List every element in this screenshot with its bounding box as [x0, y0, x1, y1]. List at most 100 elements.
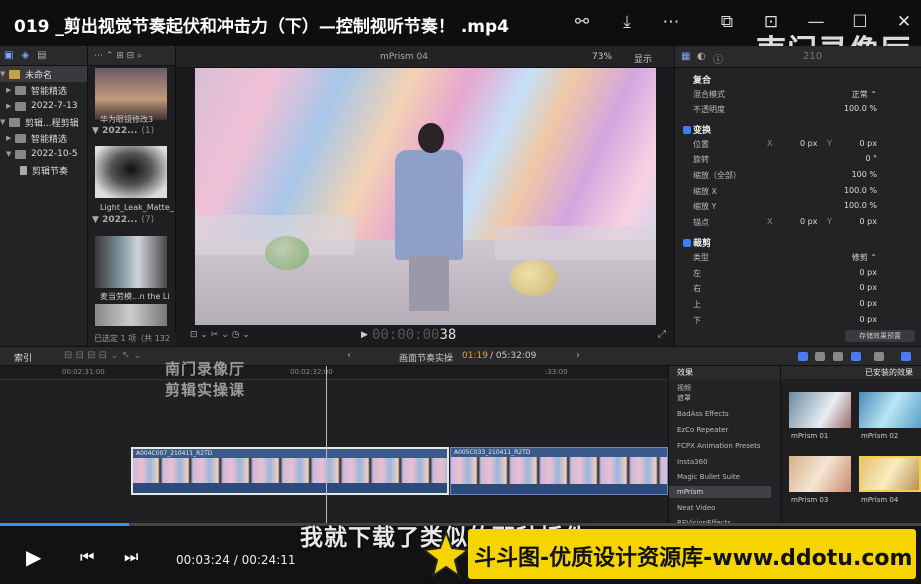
effects-category[interactable]: Magic Bullet Suite [677, 473, 740, 481]
fullscreen-icon[interactable]: ⤢ [658, 329, 666, 340]
headphone-icon[interactable] [833, 352, 843, 361]
timeline[interactable]: 00:02:31:00 00:02:32:00 :33:00 南门录像厅 剪辑实… [0, 360, 668, 536]
section-composite[interactable]: 复合 [675, 73, 921, 88]
project-name: 画面节奏实操 [399, 354, 454, 364]
crop-type-row[interactable]: 类型 修剪 ⌃ [675, 252, 921, 267]
group-label[interactable]: ▼ 2022... (7) [92, 215, 154, 225]
view-options-icon[interactable]: ⊡ ⌄ ✂ ⌄ ◷ ⌄ [190, 330, 250, 340]
effects-category[interactable]: Neat Video [677, 504, 715, 512]
clip-thumbnail[interactable] [95, 68, 167, 120]
titles-icon[interactable]: ▤ [37, 50, 46, 61]
screenshot-icon[interactable]: ⧉ [716, 11, 738, 33]
solo-icon[interactable] [851, 352, 861, 361]
snap-icon[interactable] [815, 352, 825, 361]
star-logo-icon [424, 530, 468, 578]
installed-effects-header: 已安装的效果 [781, 366, 921, 379]
audio-skim-icon[interactable] [798, 352, 808, 361]
more-icon[interactable]: ⋯ [660, 11, 682, 33]
display-select[interactable]: 显示 [634, 52, 652, 65]
save-preset-button[interactable]: 存储效果预置 [845, 330, 915, 342]
effects-category[interactable]: FCPX Animation Presets [677, 442, 761, 450]
promo-banner: 斗斗图-优质设计资源库-www.ddotu.com [468, 529, 916, 579]
next-button[interactable]: ⏭ [124, 547, 138, 567]
photos-icon[interactable]: ◈ [21, 50, 29, 61]
previous-button[interactable]: ⏮ [80, 547, 94, 567]
play-icon[interactable]: ▶ [361, 330, 368, 340]
timeline-time: 01:19 [462, 351, 488, 361]
library-icon[interactable]: ▣ [4, 50, 13, 61]
timeline-duration: / 05:32:09 [490, 351, 537, 361]
index-button[interactable]: 索引 [14, 351, 32, 364]
effects-category[interactable]: BadAss Effects [677, 410, 729, 418]
effects-category[interactable]: EzCo Repeater [677, 426, 728, 434]
library-item[interactable]: 剪辑节奏 [0, 162, 87, 178]
video-inspector-icon[interactable]: ▦ [681, 51, 690, 62]
effects-category-selected[interactable]: mPrism [669, 486, 771, 498]
scale-x-row[interactable]: 缩放 X 100.0 % [675, 186, 921, 201]
library-item[interactable]: ▼ 未命名 [0, 66, 87, 82]
effect-name: mPrism 03 [791, 496, 829, 504]
effect-thumbnail-selected[interactable] [859, 456, 921, 492]
effect-name: mPrism 01 [791, 432, 829, 440]
back-icon[interactable]: ‹ [347, 350, 351, 361]
share-icon[interactable]: ⚯ [571, 11, 593, 33]
effects-category-list: 效果 视频 遮罩 BadAss Effects EzCo Repeater FC… [668, 366, 780, 536]
effect-name: mPrism 02 [861, 432, 899, 440]
scale-all-row[interactable]: 缩放（全部） 100 % [675, 170, 921, 185]
crop-left-row[interactable]: 左0 px [675, 268, 921, 283]
timeline-toolbar: 索引 ⊟ ⊟ ⊟ ⊟ ⌄ ↖ ⌄ ‹ 画面节奏实操 01:19 / 05:32:… [0, 346, 921, 366]
library-item[interactable]: ▼ 2022-10-5 [0, 146, 87, 162]
effects-category[interactable]: 遮罩 [677, 393, 691, 403]
zoom-select[interactable]: 73% [592, 52, 612, 62]
clip-thumbnail[interactable] [95, 236, 167, 288]
crop-bottom-row[interactable]: 下0 px [675, 315, 921, 330]
playhead[interactable] [326, 366, 327, 536]
rotation-row[interactable]: 旋转 0 ° [675, 154, 921, 169]
clip-name: 麦当劳模...n the Li [100, 292, 170, 301]
video-frame [195, 68, 656, 325]
section-transform[interactable]: 变换 [675, 123, 921, 138]
clip-appearance-icon[interactable] [874, 352, 884, 361]
effect-thumbnail[interactable] [789, 456, 851, 492]
crop-right-row[interactable]: 右0 px [675, 283, 921, 298]
browser-toolbar: ⋯ ⌃ ⊞ ⊟ ⌕ [88, 46, 175, 66]
library-item[interactable]: ▶ 2022-7-13 [0, 98, 87, 114]
effects-browser-icon[interactable] [901, 352, 911, 361]
timeline-clip[interactable]: A005C033_210411_R2TD [450, 447, 668, 495]
timeline-ruler[interactable]: 00:02:31:00 00:02:32:00 :33:00 [0, 366, 668, 380]
video-title: 019 _剪出视觉节奏起伏和冲击力（下）—控制视听节奏！ .mp4 [14, 17, 509, 37]
library-toolbar: ▣ ◈ ▤ [0, 46, 87, 66]
position-row[interactable]: 位置 X 0 px Y 0 px [675, 139, 921, 154]
crop-top-row[interactable]: 上0 px [675, 299, 921, 314]
clip-thumbnail[interactable] [95, 146, 167, 198]
scale-y-row[interactable]: 缩放 Y 100.0 % [675, 201, 921, 216]
play-button[interactable]: ▶ [26, 547, 41, 567]
section-crop[interactable]: 裁剪 [675, 236, 921, 251]
effects-header: 效果 [669, 366, 780, 379]
clip-name: 华为眼镜修改3 [100, 115, 154, 124]
effect-thumbnail[interactable] [859, 392, 921, 428]
forward-icon[interactable]: › [576, 350, 580, 361]
library-item[interactable]: ▶ 智能精选 [0, 130, 87, 146]
effects-category[interactable]: Insta360 [677, 458, 708, 466]
watermark-line1: 南门录像厅 [165, 360, 246, 378]
group-label[interactable]: ▼ 2022... (1) [92, 126, 154, 136]
effects-category[interactable]: 视频 [677, 383, 691, 393]
anchor-row[interactable]: 锚点 X 0 px Y 0 px [675, 217, 921, 232]
opacity-row[interactable]: 不透明度 100.0 % [675, 104, 921, 119]
edit-tools-icon[interactable]: ⊟ ⊟ ⊟ ⊟ ⌄ ↖ ⌄ [64, 350, 142, 361]
library-item[interactable]: ▶ 智能精选 [0, 82, 87, 98]
info-icon[interactable]: ⓘ [713, 51, 723, 66]
effect-thumbnail[interactable] [789, 392, 851, 428]
viewer-toolbar: mPrism 04 73% 显示 [176, 46, 674, 68]
timeline-clip[interactable]: A004C007_210411_R2TD [131, 447, 449, 495]
watermark-line2: 剪辑实操课 [165, 381, 246, 399]
selection-count: 已选定 1 项（共 132 项） [88, 332, 176, 357]
promo-banner-text: 斗斗图-优质设计资源库-www.ddotu.com [474, 546, 913, 571]
viewer-panel: mPrism 04 73% 显示 ⊡ ⌄ ✂ ⌄ ◷ ⌄ ▶ 00:00:003… [176, 46, 674, 346]
clip-thumbnail[interactable] [95, 304, 167, 326]
color-icon[interactable]: ◐ [697, 51, 706, 62]
blend-mode-row[interactable]: 混合模式 正常 ⌃ [675, 89, 921, 104]
download-icon[interactable]: ⤓ [616, 11, 638, 33]
library-item[interactable]: ▼ 剪辑...程剪辑 [0, 114, 87, 130]
